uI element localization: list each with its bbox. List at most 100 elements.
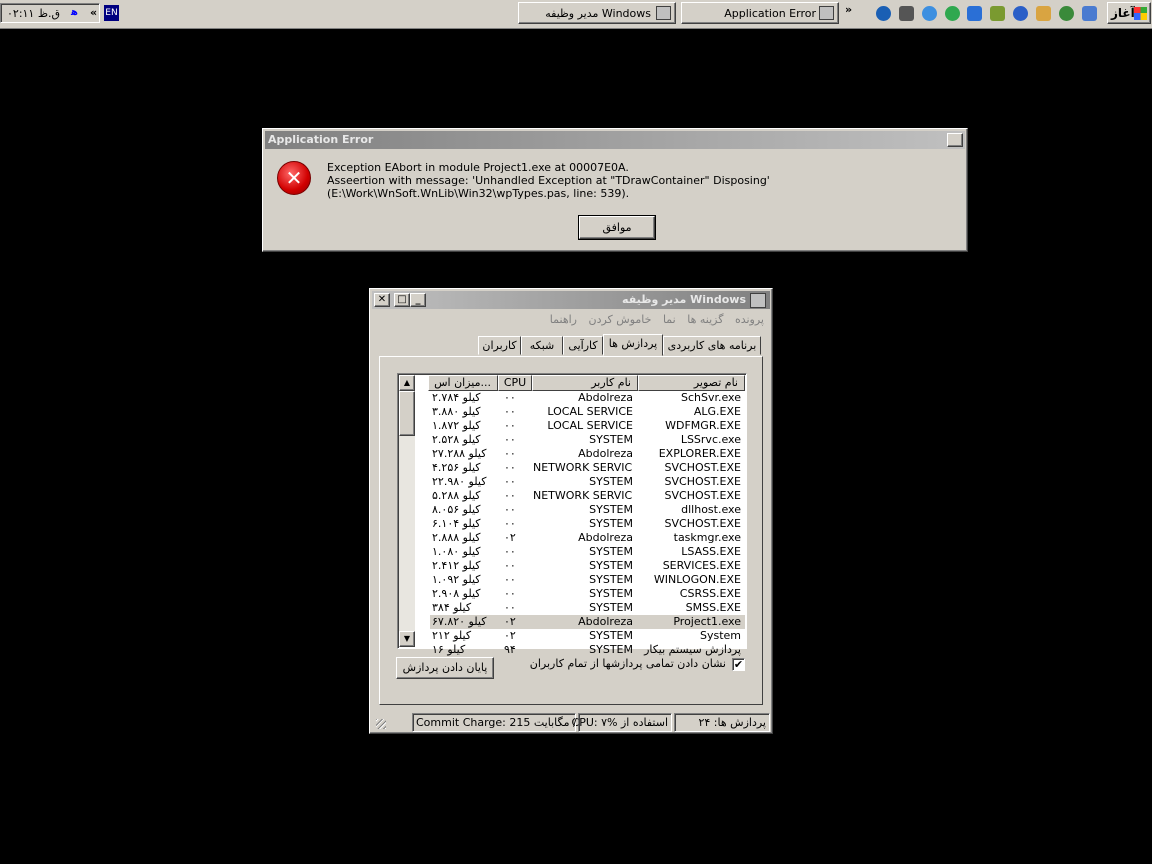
process-row[interactable]: dllhost.exe SYSTEM ۰۰ ۸.۰۵۶ کیلو (430, 503, 745, 517)
tab-strip: برنامه های کاربردی پردازش ها کارآیی شبکه… (370, 334, 774, 356)
tab-applications[interactable]: برنامه های کاربردی (663, 336, 761, 355)
process-user-name: Abdolreza (578, 615, 633, 628)
process-image-name: SMSS.EXE (685, 601, 741, 614)
end-process-button[interactable]: پایان دادن پردازش (396, 657, 494, 679)
process-image-name: SVCHOST.EXE (664, 517, 741, 530)
process-image-name: System (699, 629, 741, 642)
process-row[interactable]: SVCHOST.EXE NETWORK SERVICE ۰۰ ۴.۲۵۶ کیلو (430, 461, 745, 475)
internet-explorer-icon[interactable] (922, 6, 937, 21)
process-image-name: dllhost.exe (681, 503, 741, 516)
error-dialog-close-button[interactable]: ✕ (947, 133, 963, 147)
process-row[interactable]: SERVICES.EXE SYSTEM ۰۰ ۲.۴۱۲ کیلو (430, 559, 745, 573)
process-user-name: SYSTEM (589, 601, 633, 614)
resize-grip-icon[interactable] (376, 719, 386, 729)
close-button[interactable]: ✕ (374, 293, 390, 307)
quicklaunch-network-icon[interactable] (990, 6, 1005, 21)
process-row[interactable]: System SYSTEM ۰۲ ۲۱۲ کیلو (430, 629, 745, 643)
quicklaunch-app-icon[interactable] (899, 6, 914, 21)
quicklaunch-folder-icon[interactable] (1036, 6, 1051, 21)
maximize-button[interactable]: □ (394, 293, 410, 307)
process-row[interactable]: Project1.exe Abdolreza ۰۲ ۶۷.۸۲۰ کیلو (430, 615, 745, 629)
process-memory: ۲.۵۲۸ کیلو (432, 433, 481, 446)
process-row[interactable]: LSSrvc.exe SYSTEM ۰۰ ۲.۵۲۸ کیلو (430, 433, 745, 447)
ok-button[interactable]: موافق (578, 215, 656, 240)
process-image-name: SchSvr.exe (680, 391, 741, 404)
scroll-down-arrow-icon[interactable]: ▼ (399, 631, 415, 647)
process-memory: ۲.۷۸۴ کیلو (432, 391, 481, 404)
process-row[interactable]: LSASS.EXE SYSTEM ۰۰ ۱.۰۸۰ کیلو (430, 545, 745, 559)
tray-expand-chevron[interactable]: « (90, 6, 97, 19)
column-header-cpu[interactable]: CPU (498, 375, 532, 391)
quicklaunch-ie-icon[interactable] (1082, 6, 1097, 21)
menu-bar: پرونده گزینه ها نما خاموش کردن راهنما (370, 311, 772, 329)
process-image-name: taskmgr.exe (673, 531, 741, 544)
process-memory: ۲۲.۹۸۰ کیلو (432, 475, 487, 488)
menu-view[interactable]: نما (663, 313, 676, 326)
task-manager-title: مدیر وظیفه Windows (622, 293, 746, 306)
process-row[interactable]: WDFMGR.EXE LOCAL SERVICE ۰۰ ۱.۸۷۲ کیلو (430, 419, 745, 433)
error-dialog-titlebar[interactable]: Application Error ✕ (265, 131, 965, 149)
scroll-thumb[interactable] (399, 391, 415, 436)
menu-help[interactable]: راهنما (550, 313, 577, 326)
taskmgr-icon (750, 293, 766, 308)
process-row[interactable]: WINLOGON.EXE SYSTEM ۰۰ ۱.۰۹۲ کیلو (430, 573, 745, 587)
tab-performance[interactable]: کارآیی (563, 336, 603, 355)
quicklaunch-earth-icon[interactable] (1059, 6, 1074, 21)
process-cpu: ۰۲ (504, 629, 516, 642)
show-all-processes-checkbox[interactable]: ✔ (732, 658, 745, 671)
language-indicator[interactable]: ﻫ (71, 7, 78, 18)
error-dialog-title: Application Error (268, 133, 374, 146)
process-row[interactable]: CSRSS.EXE SYSTEM ۰۰ ۲.۹۰۸ کیلو (430, 587, 745, 601)
minimize-button[interactable]: _ (410, 293, 426, 307)
scroll-up-arrow-icon[interactable]: ▲ (399, 375, 415, 391)
process-memory: ۲.۹۰۸ کیلو (432, 587, 481, 600)
menu-shutdown[interactable]: خاموش کردن (589, 313, 652, 326)
process-row[interactable]: SVCHOST.EXE SYSTEM ۰۰ ۶.۱۰۴ کیلو (430, 517, 745, 531)
column-header-image[interactable]: نام تصویر (638, 375, 745, 391)
process-user-name: Abdolreza (578, 447, 633, 460)
quicklaunch-media-icon[interactable] (876, 6, 891, 21)
process-cpu: ۰۰ (504, 573, 516, 586)
process-image-name: SVCHOST.EXE (664, 461, 741, 474)
column-header-memory[interactable]: میزان اس... (428, 375, 498, 391)
column-header-user[interactable]: نام کاربر (532, 375, 638, 391)
tab-processes[interactable]: پردازش ها (603, 334, 663, 356)
process-row[interactable]: SMSS.EXE SYSTEM ۰۰ ۳۸۴ کیلو (430, 601, 745, 615)
menu-file[interactable]: پرونده (735, 313, 764, 326)
taskbar-button-task-manager[interactable]: مدیر وظیفه Windows (518, 2, 676, 24)
menu-options[interactable]: گزینه ها (687, 313, 723, 326)
process-row[interactable]: SVCHOST.EXE NETWORK SERVICE ۰۰ ۵.۲۸۸ کیلو (430, 489, 745, 503)
process-memory: ۱.۸۷۲ کیلو (432, 419, 481, 432)
error-icon: ✕ (277, 161, 311, 195)
process-row[interactable]: SchSvr.exe Abdolreza ۰۰ ۲.۷۸۴ کیلو (430, 391, 745, 405)
process-row[interactable]: پردازش سیستم بیکار SYSTEM ۹۴ ۱۶ کیلو (430, 643, 745, 657)
process-list-scrollbar[interactable]: ▲ ▼ (399, 375, 415, 647)
process-user-name: SYSTEM (589, 573, 633, 586)
status-bar: پردازش ها: ۲۴ استفاده از CPU: ۷% Commit … (372, 713, 770, 732)
error-message: Exception EAbort in module Project1.exe … (327, 161, 957, 200)
quicklaunch-green-icon[interactable] (945, 6, 960, 21)
process-image-name: پردازش سیستم بیکار (644, 643, 741, 656)
process-row[interactable]: SVCHOST.EXE SYSTEM ۰۰ ۲۲.۹۸۰ کیلو (430, 475, 745, 489)
process-image-name: SVCHOST.EXE (664, 475, 741, 488)
task-manager-titlebar[interactable]: ✕ □ _ مدیر وظیفه Windows (372, 291, 770, 309)
process-image-name: LSSrvc.exe (680, 433, 741, 446)
process-memory: ۲۱۲ کیلو (432, 629, 472, 642)
process-row[interactable]: ALG.EXE LOCAL SERVICE ۰۰ ۳.۸۸۰ کیلو (430, 405, 745, 419)
quicklaunch-globe-icon[interactable] (1013, 6, 1028, 21)
quicklaunch-chevron[interactable]: » (845, 3, 852, 16)
process-cpu: ۰۰ (504, 475, 516, 488)
clock[interactable]: ۰۲:۱۱ ق.ظ (7, 7, 60, 20)
show-all-processes-label[interactable]: نشان دادن تمامی پردازشها از تمام کاربران (530, 657, 726, 670)
tab-users[interactable]: کاربران (478, 336, 521, 355)
process-memory: ۱.۰۹۲ کیلو (432, 573, 481, 586)
process-row[interactable]: taskmgr.exe Abdolreza ۰۲ ۲.۸۸۸ کیلو (430, 531, 745, 545)
quicklaunch-a-icon[interactable] (967, 6, 982, 21)
start-button[interactable]: آغاز (1107, 2, 1151, 24)
process-list[interactable]: نام تصویر نام کاربر CPU میزان اس... ▲ ▼ … (397, 373, 747, 656)
taskbar-button-application-error[interactable]: Application Error (681, 2, 839, 24)
process-row[interactable]: EXPLORER.EXE Abdolreza ۰۰ ۲۷.۲۸۸ کیلو (430, 447, 745, 461)
tab-networking[interactable]: شبکه (521, 336, 563, 355)
input-locale-badge[interactable]: EN (104, 5, 119, 21)
process-user-name: SYSTEM (589, 587, 633, 600)
